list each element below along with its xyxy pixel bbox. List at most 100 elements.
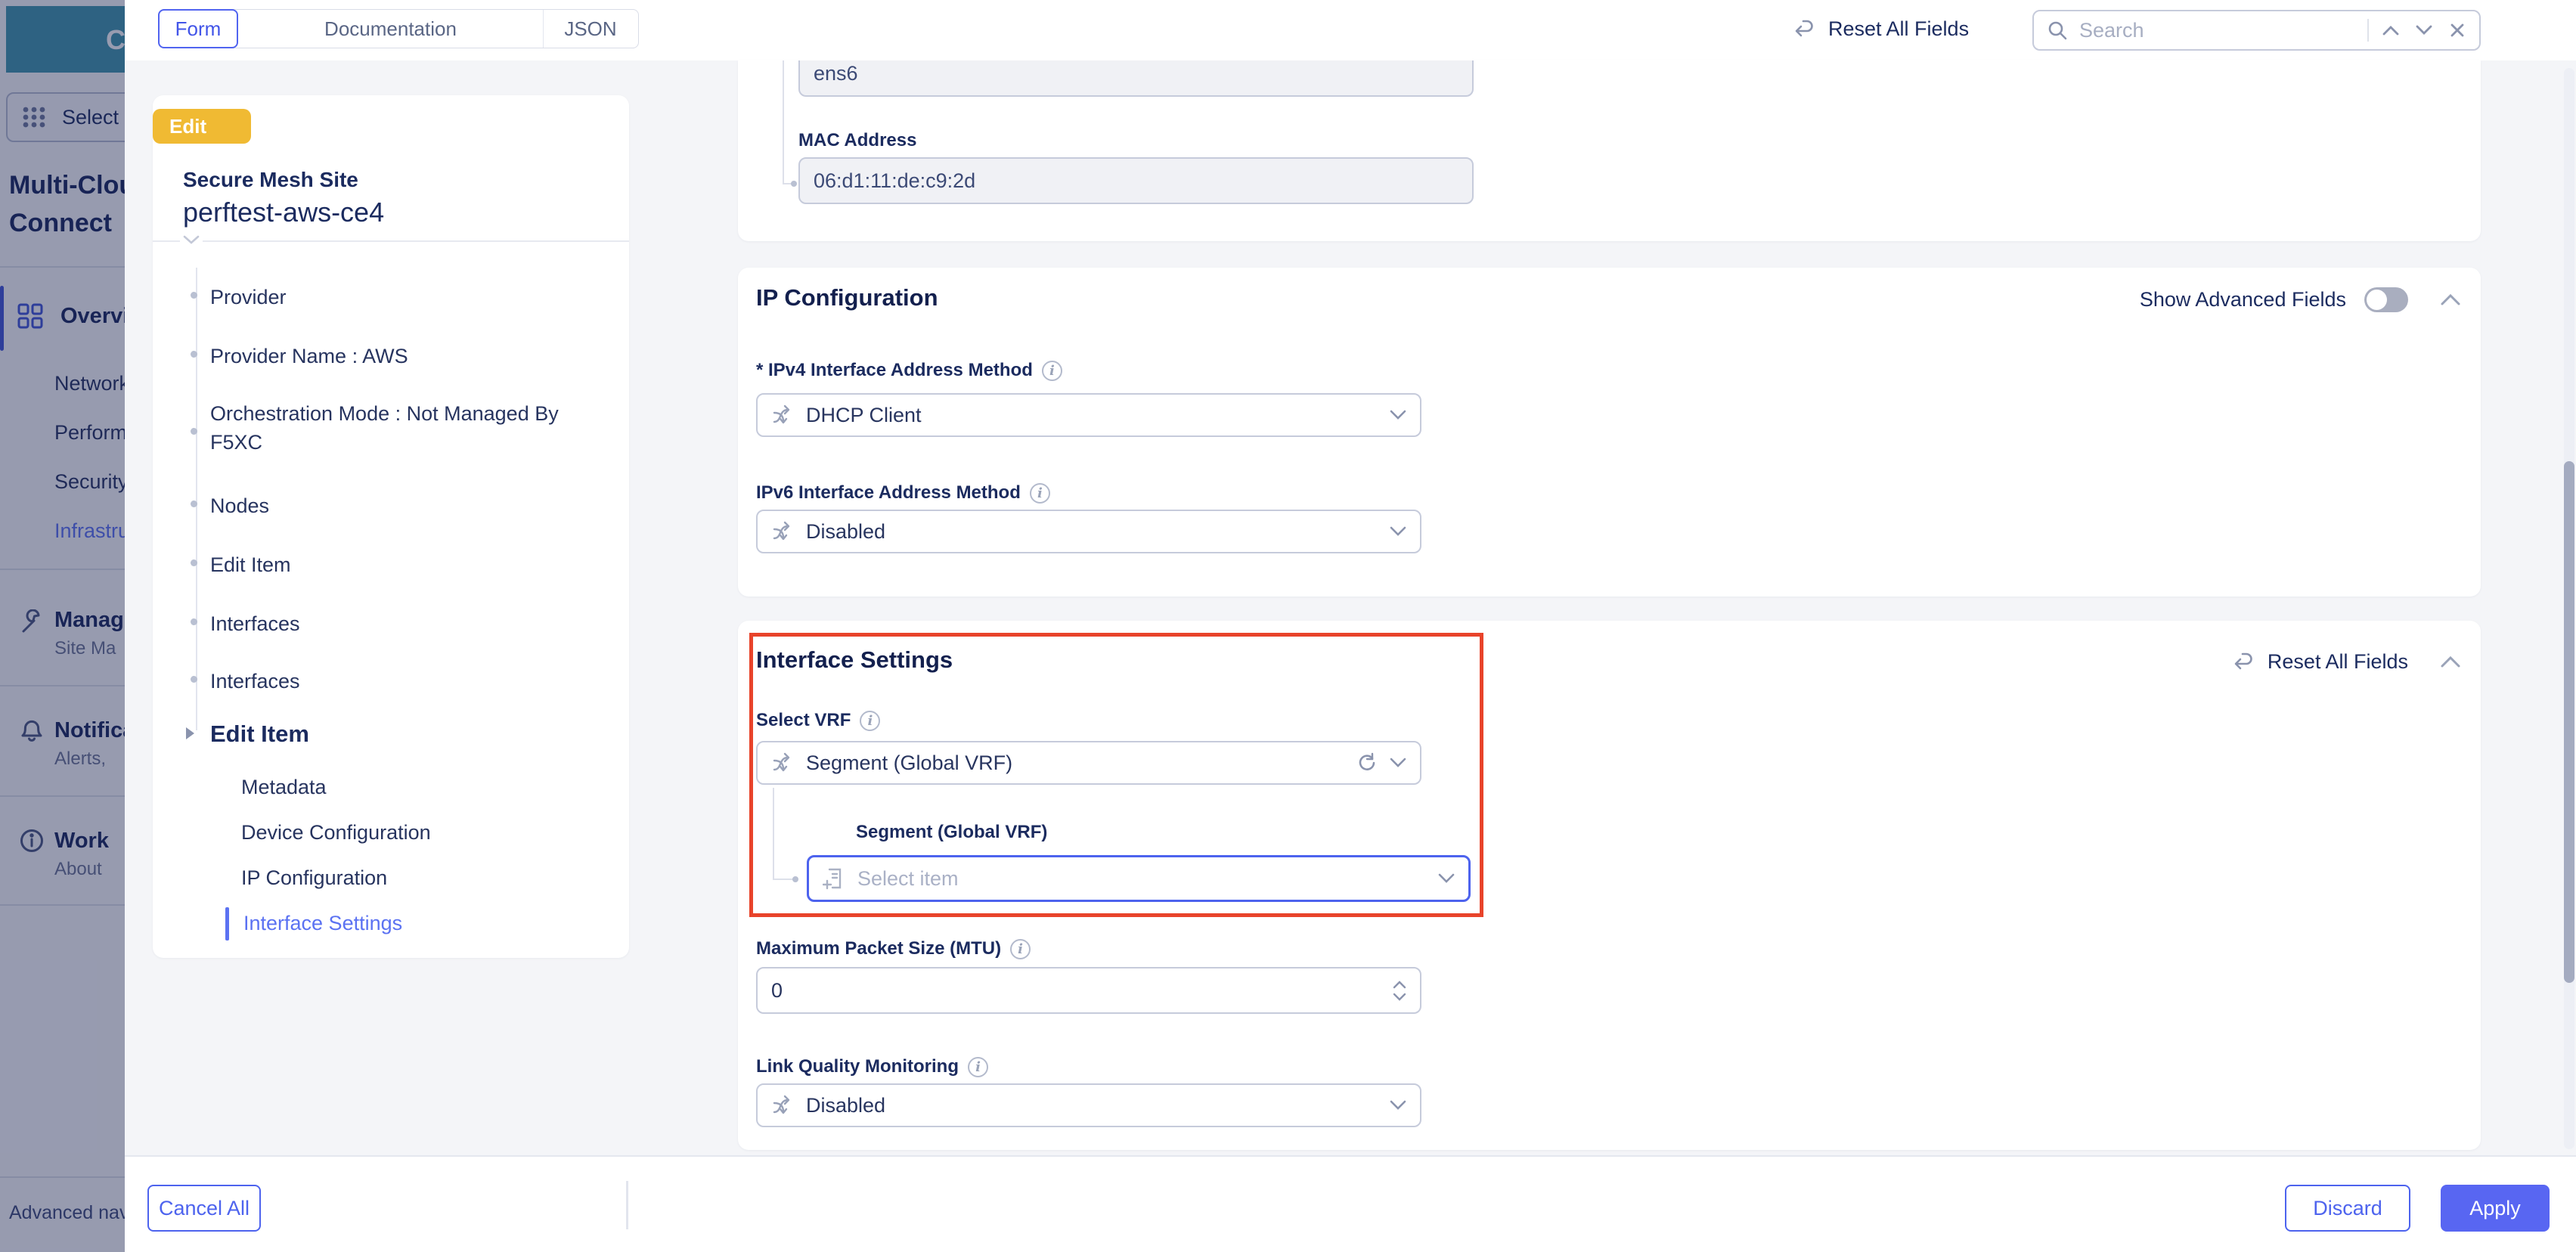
wizard-substep-device-configuration[interactable]: Device Configuration	[241, 821, 604, 844]
link-quality-monitoring-label: Link Quality Monitoring i	[756, 1056, 988, 1077]
link-quality-monitoring-value: Disabled	[806, 1094, 1378, 1117]
undo-icon	[1792, 17, 1816, 41]
refresh-icon[interactable]	[1356, 752, 1378, 773]
reset-all-fields-label: Reset All Fields	[2268, 650, 2408, 674]
ethernet-interface-card: ens6 MAC Address 06:d1:11:de:c9:2d	[738, 60, 2481, 241]
reset-all-fields-button[interactable]: Reset All Fields	[1792, 17, 1969, 41]
app-sidebar: C Select Multi-Cloud Connect	[0, 0, 125, 1252]
form-connector-dot	[791, 181, 797, 187]
ipv6-method-value: Disabled	[806, 520, 1378, 544]
form-connector	[773, 788, 774, 879]
show-advanced-fields-label: Show Advanced Fields	[2140, 288, 2346, 311]
oneof-branch-icon	[771, 752, 794, 774]
edit-form-modal: Form Documentation JSON Reset All Fields	[125, 0, 2576, 1252]
interface-name-input[interactable]: ens6	[798, 60, 1474, 97]
ipv4-method-dropdown[interactable]: DHCP Client	[756, 393, 1421, 437]
select-vrf-dropdown[interactable]: Segment (Global VRF)	[756, 741, 1421, 785]
wizard-step-interfaces[interactable]: Interfaces	[210, 609, 603, 638]
step-dot	[191, 351, 197, 358]
object-type-label: Secure Mesh Site	[183, 168, 358, 192]
collapse-section-chevron-up-icon[interactable]	[2440, 293, 2461, 306]
wizard-guide-line	[196, 268, 197, 730]
step-dot	[191, 292, 197, 299]
cancel-all-button[interactable]: Cancel All	[147, 1185, 261, 1232]
wizard-step-nodes[interactable]: Nodes	[210, 491, 603, 520]
select-vrf-label: Select VRF i	[756, 710, 880, 731]
search-next-button[interactable]	[2413, 19, 2435, 42]
info-icon[interactable]: i	[860, 711, 880, 731]
search-input[interactable]	[2079, 19, 2357, 42]
oneof-branch-icon	[771, 1094, 794, 1117]
ipv6-method-dropdown[interactable]: Disabled	[756, 510, 1421, 553]
tab-documentation[interactable]: Documentation	[238, 10, 544, 48]
apply-button[interactable]: Apply	[2441, 1185, 2550, 1232]
scrollbar-thumb[interactable]	[2564, 461, 2574, 983]
scrollbar-track[interactable]	[2564, 68, 2574, 1149]
step-dot	[191, 428, 197, 435]
search-icon	[2046, 19, 2069, 42]
mac-address-input[interactable]: 06:d1:11:de:c9:2d	[798, 157, 1474, 204]
wizard-step-provider[interactable]: Provider	[210, 283, 603, 311]
wizard-step-edit-item[interactable]: Edit Item	[210, 550, 603, 579]
ipv6-method-label: IPv6 Interface Address Method i	[756, 482, 1050, 504]
undo-icon	[2231, 649, 2255, 674]
chevron-down-icon	[1390, 1100, 1406, 1111]
form-connector-dot	[792, 876, 798, 882]
reset-all-fields-label: Reset All Fields	[1828, 17, 1969, 41]
collapse-section-chevron-up-icon[interactable]	[2440, 655, 2461, 668]
wizard-divider	[153, 240, 629, 242]
tab-form[interactable]: Form	[158, 9, 238, 48]
step-dot	[191, 559, 197, 566]
wizard-step-edit-item-current[interactable]: Edit Item	[210, 720, 603, 748]
info-icon[interactable]: i	[1010, 939, 1031, 959]
mtu-input[interactable]: 0	[756, 967, 1421, 1014]
segment-select[interactable]: Select item	[807, 855, 1471, 902]
edit-mode-badge: Edit	[153, 109, 251, 144]
chevron-down-icon	[1390, 410, 1406, 420]
info-icon[interactable]: i	[968, 1057, 988, 1077]
mac-address-label: MAC Address	[798, 130, 916, 151]
list-add-icon	[823, 866, 845, 891]
mtu-value: 0	[771, 979, 1381, 1003]
tab-json[interactable]: JSON	[544, 10, 637, 48]
info-icon[interactable]: i	[1042, 361, 1062, 381]
chevron-down-icon	[1390, 758, 1406, 768]
view-tab-group: Form Documentation JSON	[158, 9, 639, 48]
footer-divider	[626, 1181, 628, 1229]
step-dot	[191, 676, 197, 683]
search-prev-button[interactable]	[2379, 19, 2402, 42]
oneof-branch-icon	[771, 404, 794, 426]
interface-settings-title: Interface Settings	[756, 646, 953, 674]
wizard-step-orchestration-mode[interactable]: Orchestration Mode : Not Managed By F5XC	[210, 399, 603, 457]
ipv4-method-label: * IPv4 Interface Address Method i	[756, 360, 1062, 381]
active-substep-indicator	[225, 907, 229, 941]
chevron-down-icon	[1390, 526, 1406, 537]
wizard-substep-ip-configuration[interactable]: IP Configuration	[241, 866, 604, 890]
wizard-substep-interface-settings[interactable]: Interface Settings	[243, 912, 606, 935]
link-quality-monitoring-dropdown[interactable]: Disabled	[756, 1083, 1421, 1127]
info-icon[interactable]: i	[1030, 483, 1050, 504]
ip-configuration-card: IP Configuration Show Advanced Fields * …	[738, 268, 2481, 597]
search-clear-button[interactable]	[2446, 19, 2469, 42]
show-advanced-fields-toggle[interactable]	[2364, 287, 2408, 312]
wizard-nav-panel: Edit Secure Mesh Site perftest-aws-ce4 P…	[153, 95, 629, 958]
number-stepper[interactable]	[1393, 981, 1406, 1001]
interface-name-value: ens6	[814, 62, 1458, 85]
discard-button[interactable]: Discard	[2285, 1185, 2410, 1232]
segment-select-placeholder: Select item	[857, 867, 1426, 891]
object-name: perftest-aws-ce4	[183, 197, 384, 228]
reset-all-fields-button[interactable]: Reset All Fields	[2231, 649, 2408, 674]
oneof-branch-icon	[771, 520, 794, 543]
modal-backdrop	[0, 0, 125, 1252]
interface-settings-card: Interface Settings Reset All Fields Sele…	[738, 621, 2481, 1150]
segment-label: Segment (Global VRF)	[856, 822, 1047, 843]
wizard-substep-metadata[interactable]: Metadata	[241, 776, 604, 799]
ip-configuration-title: IP Configuration	[756, 284, 938, 311]
form-connector	[783, 60, 784, 183]
form-connector	[773, 879, 794, 880]
step-dot	[191, 500, 197, 507]
chevron-down-icon	[180, 235, 203, 245]
wizard-step-interfaces-2[interactable]: Interfaces	[210, 667, 603, 696]
ipv4-method-value: DHCP Client	[806, 404, 1378, 427]
wizard-step-provider-name[interactable]: Provider Name : AWS	[210, 342, 603, 370]
